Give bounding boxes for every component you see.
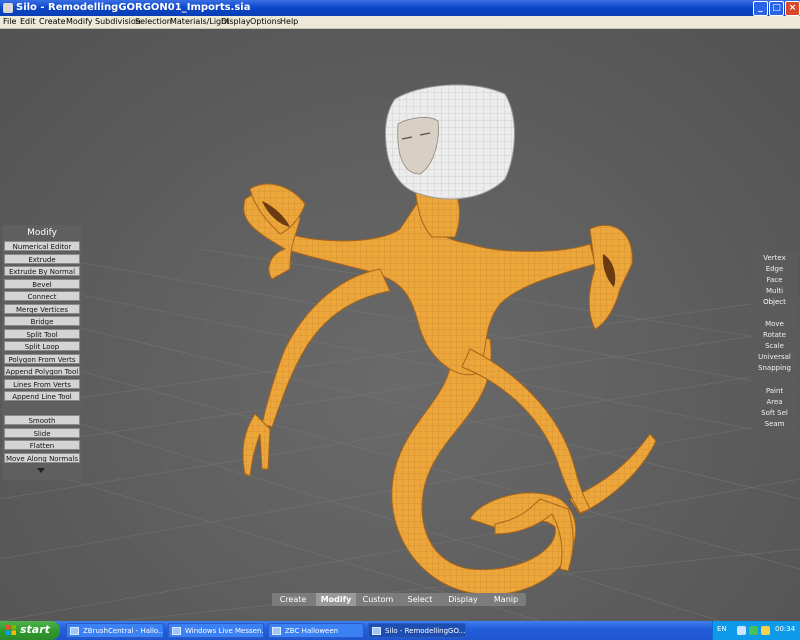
bridge-button[interactable]: Bridge xyxy=(4,316,80,326)
menu-subdivision[interactable]: Subdivision xyxy=(95,17,141,27)
silo-app-icon xyxy=(372,627,381,635)
extrude-button[interactable]: Extrude xyxy=(4,254,80,264)
task-silo[interactable]: Silo - RemodellingGO... xyxy=(368,623,466,638)
menu-help[interactable]: Help xyxy=(280,17,298,27)
task-zbc-halloween[interactable]: ZBC Halloween xyxy=(268,623,364,638)
windows-logo-icon xyxy=(6,625,16,635)
extrude-by-normal-button[interactable]: Extrude By Normal xyxy=(4,266,80,276)
modify-panel-title: Modify xyxy=(27,228,57,238)
messenger-icon xyxy=(172,627,181,635)
menu-display[interactable]: Display xyxy=(221,17,251,27)
selection-mode-panel: Vertex Edge Face Multi Object Move Rotat… xyxy=(751,251,798,443)
task-label: Silo - RemodellingGO... xyxy=(385,627,466,635)
split-loop-button[interactable]: Split Loop xyxy=(4,341,80,351)
tab-display[interactable]: Display xyxy=(442,593,484,606)
messenger-tray-icon[interactable] xyxy=(749,626,758,635)
select-edge[interactable]: Edge xyxy=(751,265,798,274)
polygon-from-verts-button[interactable]: Polygon From Verts xyxy=(4,354,80,364)
task-label: ZBrushCentral - Hallo... xyxy=(83,627,164,635)
start-button[interactable]: start xyxy=(0,621,60,640)
move-along-normals-button[interactable]: Move Along Normals xyxy=(4,453,80,463)
menu-selection[interactable]: Selection xyxy=(135,17,172,27)
select-object[interactable]: Object xyxy=(751,298,798,307)
select-multi[interactable]: Multi xyxy=(751,287,798,296)
select-face[interactable]: Face xyxy=(751,276,798,285)
bottom-tab-bar: Create Modify Custom Select Display Mani… xyxy=(272,593,526,606)
app-icon xyxy=(3,3,13,13)
modify-panel: Modify Numerical Editor Extrude Extrude … xyxy=(2,225,82,480)
start-label: start xyxy=(20,623,50,636)
folder-icon xyxy=(272,627,281,635)
transform-scale[interactable]: Scale xyxy=(751,342,798,351)
menu-create[interactable]: Create xyxy=(39,17,66,27)
paint-mode[interactable]: Paint xyxy=(751,387,798,396)
gorgon-model[interactable] xyxy=(0,29,800,621)
maximize-button[interactable]: □ xyxy=(769,1,784,16)
split-tool-button[interactable]: Split Tool xyxy=(4,329,80,339)
transform-move[interactable]: Move xyxy=(751,320,798,329)
lines-from-verts-button[interactable]: Lines From Verts xyxy=(4,379,80,389)
merge-vertices-button[interactable]: Merge Vertices xyxy=(4,304,80,314)
task-label: ZBC Halloween xyxy=(285,627,339,635)
tab-select[interactable]: Select xyxy=(400,593,440,606)
soft-sel-mode[interactable]: Soft Sel xyxy=(751,409,798,418)
transform-rotate[interactable]: Rotate xyxy=(751,331,798,340)
network-icon[interactable] xyxy=(737,626,746,635)
title-bar: Silo - RemodellingGORGON01_Imports.sia _… xyxy=(0,0,800,16)
seam-mode[interactable]: Seam xyxy=(751,420,798,429)
smooth-button[interactable]: Smooth xyxy=(4,415,80,425)
language-indicator[interactable]: EN xyxy=(717,625,727,633)
tab-custom[interactable]: Custom xyxy=(358,593,398,606)
append-polygon-tool-button[interactable]: Append Polygon Tool xyxy=(4,366,80,376)
menu-file[interactable]: File xyxy=(3,17,16,27)
taskbar: start ZBrushCentral - Hallo... Windows L… xyxy=(0,621,800,640)
panel-expand-arrow-icon[interactable] xyxy=(37,468,45,473)
task-windows-live-messenger[interactable]: Windows Live Messen... xyxy=(168,623,264,638)
volume-icon[interactable] xyxy=(761,626,770,635)
menu-modify[interactable]: Modify xyxy=(66,17,93,27)
clock: 00:34 xyxy=(775,625,796,633)
bevel-button[interactable]: Bevel xyxy=(4,279,80,289)
select-vertex[interactable]: Vertex xyxy=(751,254,798,263)
system-tray: EN 00:34 xyxy=(712,621,800,640)
3d-viewport[interactable]: Modify Numerical Editor Extrude Extrude … xyxy=(0,29,800,621)
task-zbrushcentral[interactable]: ZBrushCentral - Hallo... xyxy=(66,623,164,638)
browser-icon xyxy=(70,627,79,635)
connect-button[interactable]: Connect xyxy=(4,291,80,301)
tab-create[interactable]: Create xyxy=(272,593,314,606)
slide-button[interactable]: Slide xyxy=(4,428,80,438)
snapping-toggle[interactable]: Snapping xyxy=(751,364,798,373)
flatten-button[interactable]: Flatten xyxy=(4,440,80,450)
numerical-editor-button[interactable]: Numerical Editor xyxy=(4,241,80,251)
menu-edit[interactable]: Edit xyxy=(20,17,36,27)
tab-modify[interactable]: Modify xyxy=(316,593,356,606)
window-title: Silo - RemodellingGORGON01_Imports.sia xyxy=(16,2,251,13)
close-button[interactable]: × xyxy=(785,1,800,16)
tab-manip[interactable]: Manip xyxy=(486,593,526,606)
task-label: Windows Live Messen... xyxy=(185,627,264,635)
transform-universal[interactable]: Universal xyxy=(751,353,798,362)
minimize-button[interactable]: _ xyxy=(753,1,768,16)
append-line-tool-button[interactable]: Append Line Tool xyxy=(4,391,80,401)
area-mode[interactable]: Area xyxy=(751,398,798,407)
menu-bar: File Edit Create Modify Subdivision Sele… xyxy=(0,16,800,29)
menu-options[interactable]: Options xyxy=(250,17,281,27)
